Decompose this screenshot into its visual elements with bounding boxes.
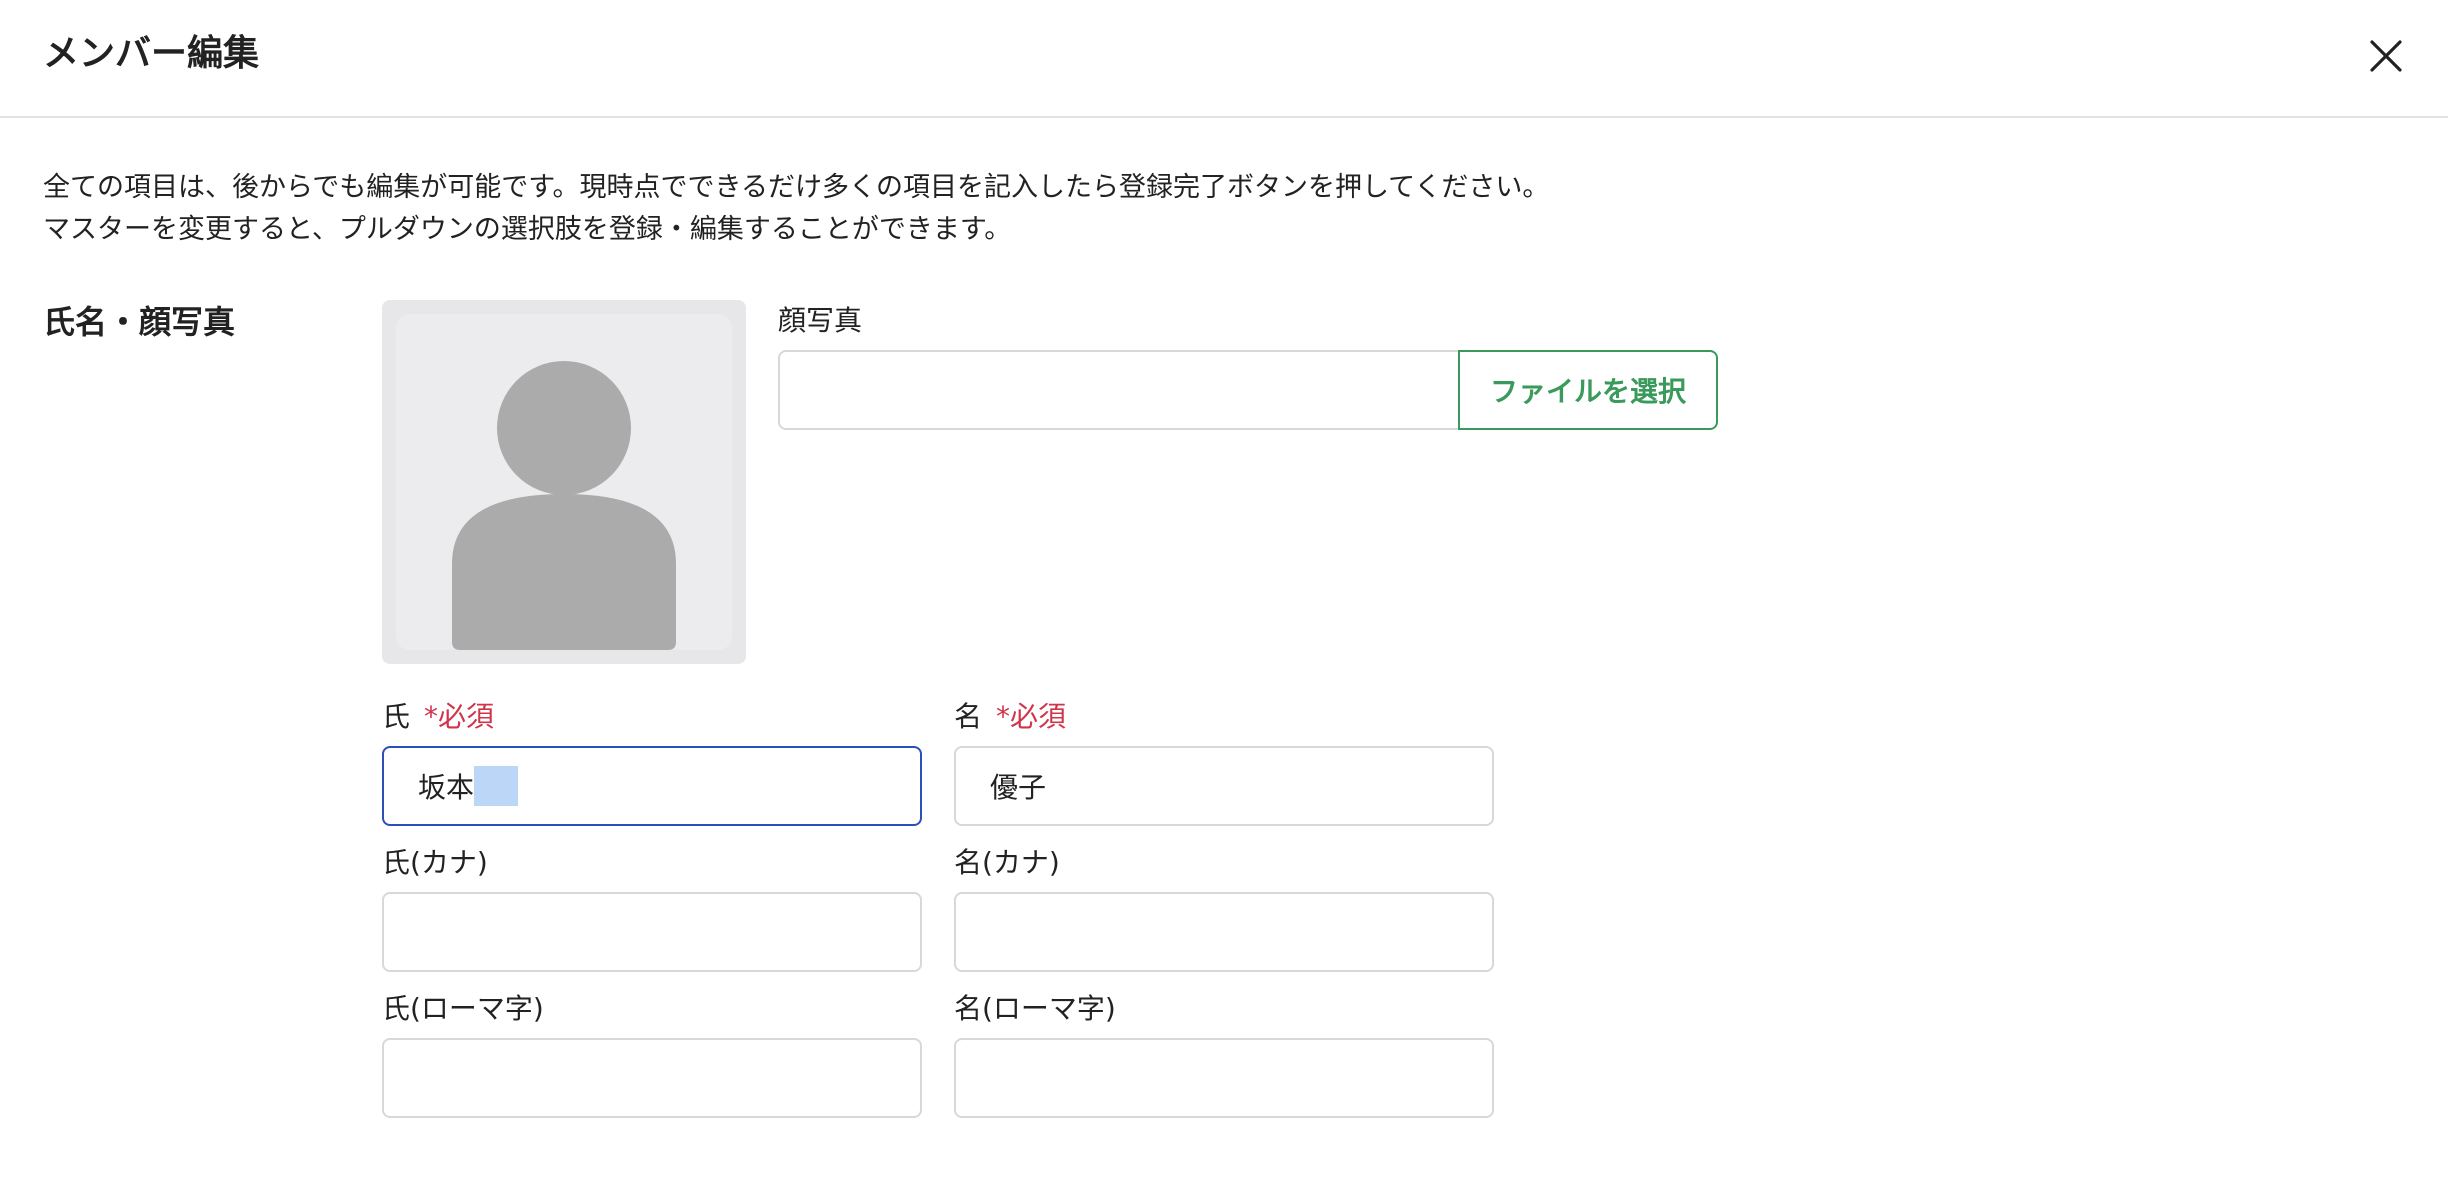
intro-text-line1: 全ての項目は、後からでも編集が可能です。現時点でできるだけ多くの項目を記入したら…: [43, 172, 1550, 203]
first-name-input[interactable]: 優子: [954, 746, 1494, 826]
required-badge: *必須: [424, 700, 495, 733]
first-name-roman-label: 名(ローマ字): [954, 992, 1116, 1025]
first-name-kana-input[interactable]: [954, 892, 1494, 972]
photo-file-field[interactable]: [778, 350, 1460, 430]
member-edit-page: メンバー編集 全ての項目は、後からでも編集が可能です。現時点でできるだけ多くの項…: [0, 0, 2448, 1178]
choose-file-button[interactable]: ファイルを選択: [1458, 350, 1718, 430]
avatar-placeholder-icon: [396, 314, 732, 650]
last-name-value: 坂本: [418, 771, 475, 804]
last-name-kana-input[interactable]: [382, 892, 922, 972]
last-name-input[interactable]: 坂本: [382, 746, 922, 826]
first-name-value: 優子: [990, 771, 1047, 804]
last-name-roman-input[interactable]: [382, 1038, 922, 1118]
required-badge: *必須: [996, 700, 1067, 733]
close-button[interactable]: [2364, 34, 2408, 78]
page-title: メンバー編集: [43, 33, 260, 74]
last-name-label: 氏 *必須: [382, 698, 494, 736]
first-name-kana-label: 名(カナ): [954, 846, 1060, 879]
section-label-name-photo: 氏名・顔写真: [43, 303, 236, 341]
intro-text-line2: マスターを変更すると、プルダウンの選択肢を登録・編集することができます。: [43, 214, 1012, 245]
modal-header: メンバー編集: [0, 0, 2448, 118]
avatar-preview: [382, 300, 746, 664]
first-name-label: 名 *必須: [954, 698, 1066, 736]
photo-label: 顔写真: [778, 304, 863, 337]
last-name-label-text: 氏: [382, 700, 411, 733]
last-name-kana-label: 氏(カナ): [382, 846, 488, 879]
last-name-roman-label: 氏(ローマ字): [382, 992, 544, 1025]
first-name-roman-input[interactable]: [954, 1038, 1494, 1118]
close-icon: [2370, 40, 2402, 72]
first-name-label-text: 名: [954, 700, 983, 733]
text-selection: [474, 766, 519, 806]
